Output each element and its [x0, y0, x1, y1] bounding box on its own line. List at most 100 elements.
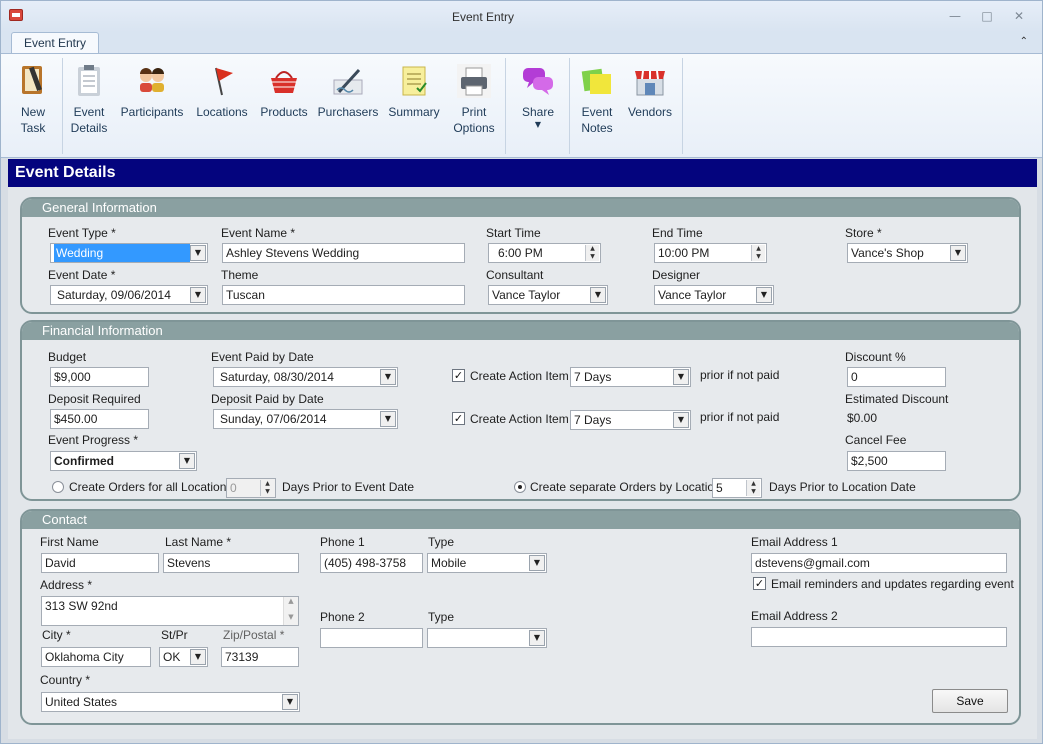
new-task-button[interactable]: New Task	[11, 60, 55, 152]
create-action-item-checkbox-1[interactable]: ✓	[452, 369, 465, 382]
create-separate-orders-days-spinner[interactable]: 5 ▲ ▼	[712, 478, 762, 498]
address-textarea[interactable]: 313 SW 92nd ▲ ▼	[41, 596, 299, 626]
printer-icon	[457, 64, 491, 98]
deposit-required-field[interactable]: $450.00	[50, 409, 149, 429]
clipboard-icon	[72, 64, 106, 98]
event-paid-by-picker[interactable]: Saturday, 08/30/2014 ▼	[213, 367, 398, 387]
event-name-field[interactable]: Ashley Stevens Wedding	[222, 243, 465, 263]
phone-1-field[interactable]: (405) 498-3758	[320, 553, 423, 573]
phone-2-field[interactable]	[320, 628, 423, 648]
deposit-paid-by-picker[interactable]: Sunday, 07/06/2014 ▼	[213, 409, 398, 429]
event-notes-label: Event Notes	[581, 105, 613, 135]
maximize-icon[interactable]: □	[979, 9, 995, 23]
chevron-down-icon[interactable]: ▼	[190, 649, 206, 665]
create-orders-all-days-spinner[interactable]: 0 ▲ ▼	[226, 478, 276, 498]
create-action-item-label-1: Create Action Item	[470, 369, 569, 383]
action-item-days-value-2: 7 Days	[574, 413, 612, 427]
print-options-button[interactable]: Print Options	[449, 60, 499, 152]
zip-postal-field[interactable]: 73139	[221, 647, 299, 667]
chevron-down-icon[interactable]: ▼	[673, 369, 689, 385]
cancel-fee-label: Cancel Fee	[845, 433, 907, 447]
theme-field[interactable]: Tuscan	[222, 285, 465, 305]
event-details-label: Event Details	[70, 105, 108, 135]
financial-information-group: Financial Information Budget $9,000 Even…	[20, 320, 1021, 501]
phone-2-label: Phone 2	[320, 610, 365, 624]
minimize-icon[interactable]: —	[947, 9, 963, 23]
event-type-select[interactable]: Wedding ▼	[50, 243, 208, 263]
summary-button[interactable]: Summary	[387, 60, 441, 152]
vendors-label: Vendors	[627, 105, 673, 119]
last-name-label: Last Name *	[165, 535, 232, 549]
chevron-down-icon[interactable]: ▼	[673, 412, 689, 428]
spinner-arrows-icon[interactable]: ▲ ▼	[260, 480, 274, 496]
event-details-button[interactable]: Event Details	[67, 60, 111, 152]
email-reminders-checkbox[interactable]: ✓	[753, 577, 766, 590]
event-date-picker[interactable]: Saturday, 09/06/2014 ▼	[50, 285, 208, 305]
chevron-down-icon[interactable]: ▼	[190, 287, 206, 303]
chevron-down-icon[interactable]: ▼	[756, 287, 772, 303]
chevron-down-icon[interactable]: ▼	[380, 369, 396, 385]
create-orders-all-radio[interactable]	[52, 481, 64, 493]
prior-if-not-paid-label-2: prior if not paid	[700, 410, 780, 424]
chevron-down-icon[interactable]: ▼	[190, 245, 206, 261]
chevron-down-icon[interactable]: ▼	[179, 453, 195, 469]
phone-2-type-select[interactable]: ▼	[427, 628, 547, 648]
chevron-down-icon[interactable]: ▼	[590, 287, 606, 303]
products-button[interactable]: Products	[257, 60, 311, 152]
chevron-down-icon[interactable]: ▼	[529, 630, 545, 646]
share-button[interactable]: Share ▼	[513, 60, 563, 152]
products-label: Products	[260, 105, 308, 119]
purchasers-button[interactable]: Purchasers	[317, 60, 379, 152]
country-select[interactable]: United States ▼	[41, 692, 300, 712]
create-action-item-checkbox-2[interactable]: ✓	[452, 412, 465, 425]
spinner-arrows-icon[interactable]: ▲ ▼	[751, 245, 765, 261]
chevron-down-icon[interactable]: ▼	[380, 411, 396, 427]
sticky-notes-icon	[580, 64, 614, 98]
email-address-1-field[interactable]: dstevens@gmail.com	[751, 553, 1007, 573]
basket-icon	[267, 64, 301, 98]
action-item-days-select-1[interactable]: 7 Days ▼	[570, 367, 691, 387]
store-select[interactable]: Vance's Shop ▼	[847, 243, 968, 263]
tab-event-entry[interactable]: Event Entry	[11, 32, 99, 55]
discount-label: Discount %	[845, 350, 906, 364]
city-field[interactable]: Oklahoma City	[41, 647, 151, 667]
vendors-button[interactable]: Vendors	[623, 60, 677, 152]
chevron-down-icon[interactable]: ▼	[950, 245, 966, 261]
title-bar: Event Entry — □ ✕	[1, 1, 1042, 32]
participants-button[interactable]: Participants	[119, 60, 185, 152]
chevron-down-icon[interactable]: ▼	[282, 694, 298, 710]
event-notes-button[interactable]: Event Notes	[575, 60, 619, 152]
discount-field[interactable]: 0	[847, 367, 946, 387]
start-time-spinner[interactable]: 6:00 PM ▲ ▼	[488, 243, 601, 263]
ribbon-collapse-icon[interactable]: ⌃	[1020, 36, 1028, 47]
store-value: Vance's Shop	[851, 246, 924, 260]
spinner-arrows-icon[interactable]: ▲ ▼	[746, 480, 760, 496]
consultant-select[interactable]: Vance Taylor ▼	[488, 285, 608, 305]
create-separate-orders-radio[interactable]	[514, 481, 526, 493]
phone-1-type-select[interactable]: Mobile ▼	[427, 553, 547, 573]
budget-field[interactable]: $9,000	[50, 367, 149, 387]
event-progress-select[interactable]: Confirmed ▼	[50, 451, 197, 471]
event-progress-value: Confirmed	[54, 454, 114, 468]
general-information-title: General Information	[22, 199, 1019, 217]
purchasers-label: Purchasers	[317, 105, 379, 119]
cancel-fee-field[interactable]: $2,500	[847, 451, 946, 471]
address-scrollbar[interactable]: ▲ ▼	[283, 597, 298, 625]
locations-button[interactable]: Locations	[194, 60, 250, 152]
designer-value: Vance Taylor	[658, 288, 727, 302]
first-name-field[interactable]: David	[41, 553, 159, 573]
notepad-pencil-icon	[16, 64, 50, 98]
designer-select[interactable]: Vance Taylor ▼	[654, 285, 774, 305]
action-item-days-value-1: 7 Days	[574, 370, 612, 384]
spinner-arrows-icon[interactable]: ▲ ▼	[585, 245, 599, 261]
save-button[interactable]: Save	[932, 689, 1008, 713]
close-icon[interactable]: ✕	[1011, 9, 1027, 23]
end-time-spinner[interactable]: 10:00 PM ▲ ▼	[654, 243, 767, 263]
last-name-field[interactable]: Stevens	[163, 553, 299, 573]
state-select[interactable]: OK ▼	[159, 647, 208, 667]
email-address-1-label: Email Address 1	[751, 535, 838, 549]
city-label: City *	[42, 628, 71, 642]
chevron-down-icon[interactable]: ▼	[529, 555, 545, 571]
action-item-days-select-2[interactable]: 7 Days ▼	[570, 410, 691, 430]
email-address-2-field[interactable]	[751, 627, 1007, 647]
